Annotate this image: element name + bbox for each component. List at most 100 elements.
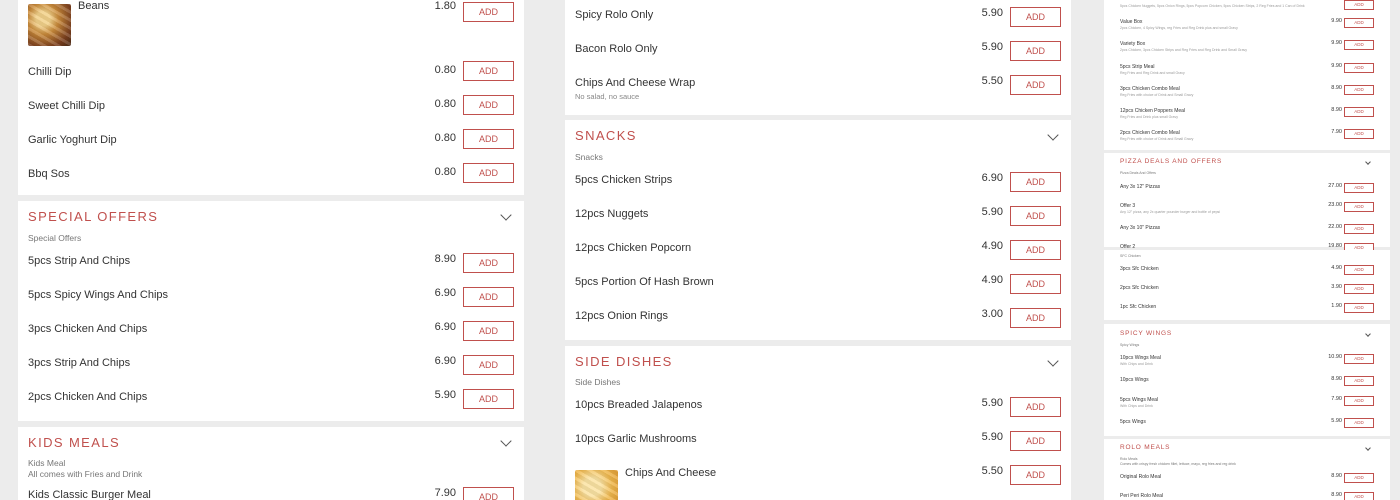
section-title[interactable]: Pizza Deals And Offers	[1120, 158, 1222, 165]
add-button[interactable]: Add	[1344, 202, 1374, 212]
add-button[interactable]: Add	[1344, 107, 1374, 117]
add-button[interactable]: Add	[463, 95, 514, 115]
add-button[interactable]: Add	[463, 163, 514, 183]
section-title[interactable]: Kids Meals	[28, 435, 120, 450]
add-button[interactable]: Add	[1344, 18, 1374, 28]
menu-item: Any 3x 12" Pizzas 27.00 Add	[1104, 183, 1390, 201]
add-button[interactable]: Add	[463, 253, 514, 273]
item-name: Bbq Sos	[28, 168, 70, 180]
add-button[interactable]: Add	[1010, 308, 1061, 328]
item-description: Reg Fries and Drink plus small Gravy	[1120, 115, 1178, 119]
item-description: 2pcs Chicken, 3pcs Chicken Strips and Re…	[1120, 48, 1248, 52]
item-price: 8.90	[1331, 376, 1342, 382]
menu-item: Any 3x 10" Pizzas 22.00 Add	[1104, 224, 1390, 242]
add-button[interactable]: Add	[1010, 397, 1061, 417]
item-name: Any 3x 12" Pizzas	[1120, 184, 1161, 190]
add-button[interactable]: Add	[463, 61, 514, 81]
add-button[interactable]: Add	[463, 487, 514, 500]
add-button[interactable]: Add	[1010, 465, 1061, 485]
add-button[interactable]: Add	[1010, 206, 1061, 226]
chevron-down-icon[interactable]	[1047, 355, 1059, 367]
add-button[interactable]: Add	[1010, 431, 1061, 451]
add-button[interactable]: Add	[463, 287, 514, 307]
add-button[interactable]: Add	[1010, 7, 1061, 27]
add-button[interactable]: Add	[1344, 183, 1374, 193]
item-name: Bacon Rolo Only	[575, 43, 658, 55]
item-price: 4.90	[981, 274, 1003, 286]
item-price: 7.90	[434, 487, 456, 499]
item-name: Offer 3	[1120, 203, 1136, 209]
item-price: 22.00	[1328, 224, 1342, 230]
menu-item: 12pcs Nuggets 5.90 Add	[565, 202, 1071, 236]
item-name: Any 3x 10" Pizzas	[1120, 225, 1161, 231]
section-title[interactable]: Special Offers	[28, 209, 158, 224]
section-title[interactable]: Spicy Wings	[1120, 330, 1172, 337]
item-price: 23.00	[1328, 202, 1342, 208]
item-description: Any 12" pizza, any 2x quarter pounder bu…	[1120, 210, 1221, 214]
item-price: 6.90	[434, 321, 456, 333]
menu-card-rolo: Spicy Rolo Only 5.90 Add Bacon Rolo Only…	[565, 0, 1071, 115]
menu-item: 10pcs Wings Meal With Chips and Drink 10…	[1104, 354, 1390, 374]
chevron-down-icon[interactable]	[1365, 331, 1371, 337]
add-button[interactable]: Add	[1010, 274, 1061, 294]
section-title[interactable]: Side Dishes	[575, 354, 673, 369]
item-name: Chilli Dip	[28, 66, 72, 78]
item-name: 10pcs Breaded Jalapenos	[575, 399, 703, 411]
chevron-down-icon[interactable]	[1047, 129, 1059, 141]
item-name: 5pcs Wings	[1120, 419, 1146, 425]
add-button[interactable]: Add	[1344, 129, 1374, 139]
chevron-down-icon[interactable]	[500, 435, 512, 447]
add-button[interactable]: Add	[1344, 85, 1374, 95]
item-name: 5pcs Chicken Strips	[575, 174, 673, 186]
item-price: 8.90	[1331, 107, 1342, 113]
chevron-down-icon[interactable]	[500, 209, 512, 221]
item-description: Reg Fries with choice of Drink and Small…	[1120, 137, 1194, 141]
add-button[interactable]: Add	[1344, 63, 1374, 73]
item-price: 9.90	[1331, 18, 1342, 24]
item-price: 0.80	[434, 98, 456, 110]
add-button[interactable]: Add	[1010, 172, 1061, 192]
chevron-down-icon[interactable]	[1365, 159, 1371, 165]
menu-item: Kids Classic Burger Meal 7.90 Add	[18, 483, 524, 500]
add-button[interactable]: Add	[1344, 265, 1374, 275]
add-button[interactable]: Add	[463, 355, 514, 375]
add-button[interactable]: Add	[1344, 40, 1374, 50]
item-name: Value Box	[1120, 19, 1143, 25]
add-button[interactable]: Add	[1344, 473, 1374, 483]
add-button[interactable]: Add	[1010, 41, 1061, 61]
menu-item: Offer 3 Any 12" pizza, any 2x quarter po…	[1104, 202, 1390, 222]
add-button[interactable]: Add	[1344, 284, 1374, 294]
add-button[interactable]: Add	[1344, 492, 1374, 500]
item-description: Reg Fries and Reg Drink and small Gravy	[1120, 71, 1185, 75]
menu-item: 5pcs Chicken Nuggets, 5pcs Onion Rings, …	[1104, 0, 1390, 14]
section-title[interactable]: Rolo Meals	[1120, 444, 1170, 451]
menu-item: 2pcs Sfc Chicken 3.90 Add	[1104, 284, 1390, 300]
section-description: All comes with Fries and Drink	[28, 469, 143, 479]
item-name: Chips And Cheese	[625, 467, 717, 479]
add-button[interactable]: Add	[1344, 0, 1374, 10]
add-button[interactable]: Add	[1344, 224, 1374, 234]
item-price: 5.90	[981, 7, 1003, 19]
menu-item: 2pcs Chicken And Chips 5.90 Add	[18, 385, 524, 419]
add-button[interactable]: Add	[1010, 240, 1061, 260]
section-title[interactable]: Snacks	[575, 128, 637, 143]
add-button[interactable]: Add	[1010, 75, 1061, 95]
menu-item: 5pcs Wings Meal With Chips and Drink 7.9…	[1104, 396, 1390, 416]
add-button[interactable]: Add	[1344, 396, 1374, 406]
item-name: 12pcs Nuggets	[575, 208, 649, 220]
chevron-down-icon[interactable]	[1365, 445, 1371, 451]
item-description: Reg Fries with choice of Drink and Small…	[1120, 93, 1194, 97]
menu-section-special-offers: Special Offers Special Offers 5pcs Strip…	[18, 201, 524, 421]
add-button[interactable]: Add	[1344, 354, 1374, 364]
item-price: 6.90	[434, 287, 456, 299]
add-button[interactable]: Add	[463, 321, 514, 341]
add-button[interactable]: Add	[1344, 418, 1374, 428]
add-button[interactable]: Add	[1344, 376, 1374, 386]
add-button[interactable]: Add	[463, 389, 514, 409]
add-button[interactable]: Add	[463, 129, 514, 149]
add-button[interactable]: Add	[463, 2, 514, 22]
menu-item: Chilli Dip 0.80 Add	[18, 60, 524, 94]
item-name: Kids Classic Burger Meal	[28, 489, 151, 500]
add-button[interactable]: Add	[1344, 303, 1374, 313]
menu-column-3: 5pcs Chicken Nuggets, 5pcs Onion Rings, …	[1094, 0, 1400, 500]
